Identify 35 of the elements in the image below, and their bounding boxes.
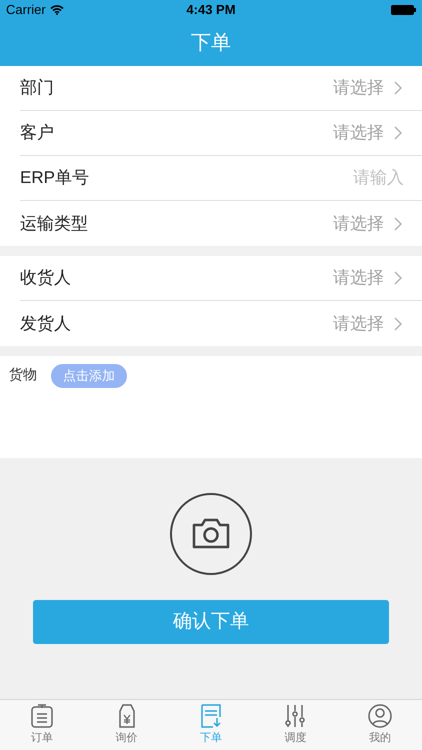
tab-bar-item[interactable]: 订单 [0,700,84,750]
carrier-name: Carrier [6,1,46,20]
tab-bar-item[interactable]: 调度 [253,700,338,750]
add-goods-button[interactable]: 点击添加 [51,364,127,388]
battery-icon [390,5,416,15]
user-icon [368,703,392,730]
camera-button[interactable] [170,493,252,575]
select-field[interactable]: 请选择 [333,75,402,101]
status-time: 4:43 PM [186,1,236,20]
nav-title: 下单 [191,31,231,56]
tab-bar-item[interactable]: 下单 [168,700,254,750]
chevron-right-icon [394,316,402,330]
chevron-right-icon [394,126,402,140]
field-label: 部门 [20,77,54,100]
chevron-right-icon [394,216,402,230]
field-label: 发货人 [20,312,71,335]
clipboard-icon [30,703,54,730]
chevron-right-icon [394,271,402,285]
select-field[interactable]: 请选择 [333,310,402,336]
field-label: ERP单号 [20,167,89,190]
select-field[interactable]: 请选择 [333,265,402,291]
select-field[interactable]: 请选择 [333,210,402,236]
field-label: 收货人 [20,267,71,290]
document-icon [199,703,224,730]
chevron-right-icon [394,81,402,95]
goods-label: 货物 [9,366,37,382]
wifi-icon [50,5,64,15]
field-label: 运输类型 [20,212,88,235]
tab-bar-item[interactable]: 我的 [338,700,422,750]
field-label: 客户 [20,122,54,144]
sliders-icon [283,703,308,730]
input-field[interactable]: 请输入 [284,165,404,191]
select-field[interactable]: 请选择 [333,120,402,146]
confirm-order-button[interactable]: 确认下单 [33,600,389,644]
tab-bar-item[interactable]: 询价 [84,700,169,750]
